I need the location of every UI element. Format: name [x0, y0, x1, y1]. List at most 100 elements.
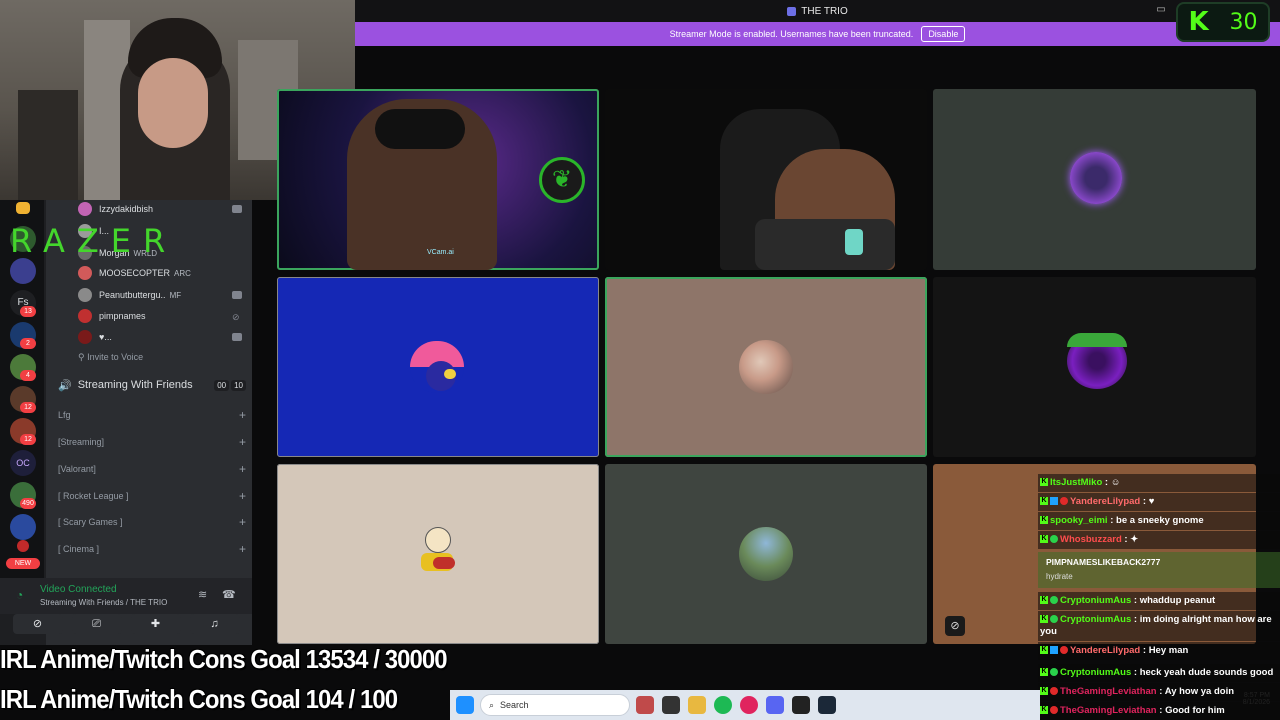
server-icon-oc[interactable]: OC [10, 450, 36, 476]
add-channel-icon[interactable]: + [239, 515, 246, 529]
chat-username: CryptoniumAus [1060, 667, 1132, 678]
video-tile-1[interactable]: ❦ VCam.ai [277, 89, 599, 270]
voice-user[interactable]: ♥... [78, 328, 112, 346]
kick-logo: K [1188, 7, 1209, 37]
video-tile-3[interactable] [933, 89, 1256, 270]
add-channel-icon[interactable]: + [239, 489, 246, 503]
monitor-icon[interactable]: ▭ [1155, 4, 1167, 16]
video-tile-8[interactable] [605, 464, 927, 644]
clock-time: 8:57 PM [1243, 692, 1270, 699]
kick-badge-icon: K [1040, 478, 1048, 487]
file-explorer-icon[interactable] [688, 696, 706, 714]
category-label: [ Rocket League ] [58, 491, 129, 501]
voice-user-name: Peanutbuttergu.. [99, 290, 166, 300]
category-label: [Valorant] [58, 464, 96, 474]
category-lfg[interactable]: Lfg + [58, 406, 246, 424]
kick-viewer-counter: K 30 [1176, 2, 1270, 42]
steam-icon[interactable] [818, 696, 836, 714]
windows-start-icon[interactable] [456, 696, 474, 714]
discord-icon[interactable] [766, 696, 784, 714]
alert-username: PIMPNAMESLIKEBACK2777 [1046, 557, 1161, 567]
app-icon-1[interactable] [636, 696, 654, 714]
add-channel-icon[interactable]: + [239, 542, 246, 556]
category-rocket-league[interactable]: [ Rocket League ] + [58, 487, 246, 505]
kick-badge-icon: K [1040, 596, 1048, 605]
category-cinema[interactable]: [ Cinema ] + [58, 540, 246, 558]
voice-status-bar: ◔ Video Connected Streaming With Friends… [0, 578, 252, 614]
emote-icon: ☺ [1110, 477, 1121, 488]
add-channel-icon[interactable]: + [239, 408, 246, 422]
category-valorant[interactable]: [Valorant] + [58, 460, 246, 478]
add-channel-icon[interactable]: + [239, 462, 246, 476]
chat-username: CryptoniumAus [1060, 595, 1132, 606]
avatar-head [425, 527, 451, 553]
invite-label: Invite to Voice [87, 352, 144, 362]
category-scary-games[interactable]: [ Scary Games ] + [58, 513, 246, 531]
avatar-jester-hat [1067, 333, 1127, 347]
speaker-icon: 🔊 [58, 379, 72, 392]
alert-text: hydrate [1046, 572, 1073, 581]
server-badge: 2 [20, 338, 36, 349]
voice-user[interactable]: pimpnames [78, 307, 146, 325]
avatar [78, 309, 92, 323]
server-icon-9[interactable] [17, 540, 29, 552]
video-tile-5[interactable] [605, 277, 927, 457]
obs-icon[interactable] [792, 696, 810, 714]
voice-channel-streaming-with-friends[interactable]: 🔊 Streaming With Friends 00 10 [58, 376, 246, 394]
taskbar-search[interactable]: ⌕ Search [480, 694, 630, 716]
soundboard-button[interactable]: ♫ [189, 614, 240, 634]
voice-user-name: ♥... [99, 332, 112, 342]
leaf-icon: ❦ [539, 157, 585, 203]
noise-suppression-icon[interactable]: ≋ [198, 588, 207, 601]
streamer-mode-text: Streamer Mode is enabled. Usernames have… [669, 29, 914, 39]
mic-muted-icon: ⊘ [945, 616, 965, 636]
video-tile-7[interactable] [277, 464, 599, 644]
disable-streamer-mode-button[interactable]: Disable [921, 26, 966, 42]
activities-button[interactable]: ✚ [130, 614, 181, 634]
task-view-icon[interactable] [662, 696, 680, 714]
goal-text-1: IRL Anime/Twitch Cons Goal 13534 / 30000 [0, 644, 448, 674]
voice-user[interactable]: Peanutbuttergu.. MF [78, 286, 181, 304]
video-icon [232, 205, 242, 213]
signal-icon[interactable]: ◔ [16, 588, 30, 602]
chat-username: ItsJustMiko [1050, 477, 1103, 488]
chat-text: heck yeah dude sounds good [1139, 667, 1274, 678]
avatar [78, 288, 92, 302]
video-icon [232, 333, 242, 341]
subscriber-badge-icon [1050, 497, 1058, 506]
video-tile-6[interactable] [933, 277, 1256, 457]
emote-icon: ✦ [1130, 534, 1139, 545]
discord-sidebar: Fs 13 2 4 12 12 OC 490 NEW Izzydakidbish [0, 200, 252, 645]
server-icon [787, 6, 797, 16]
chat-username: TheGamingLeviathan [1060, 686, 1157, 697]
chat-message: K CryptoniumAus : im doing alright man ho… [1038, 611, 1280, 641]
voice-user[interactable]: Izzydakidbish [78, 200, 153, 218]
category-streaming[interactable]: [Streaming] + [58, 433, 246, 451]
disconnect-icon[interactable]: ☎ [222, 588, 236, 601]
kick-badge-icon: K [1040, 535, 1048, 544]
window-title: THE TRIO [801, 5, 848, 17]
voice-user-tag: MF [169, 290, 182, 300]
camera-off-button[interactable]: ⊘ [12, 614, 63, 634]
verified-badge-icon [1050, 615, 1058, 624]
spotify-icon[interactable] [714, 696, 732, 714]
server-badge: 12 [20, 402, 36, 413]
category-label: [ Cinema ] [58, 544, 100, 554]
kick-badge-icon: K [1040, 706, 1048, 715]
new-badge: NEW [6, 558, 40, 569]
add-channel-icon[interactable]: + [239, 435, 246, 449]
chat-text: Hey man [1148, 645, 1189, 656]
system-clock[interactable]: 8:57 PM 8/1/2026 [1200, 692, 1270, 706]
search-placeholder: Search [500, 700, 529, 710]
server-icon-8[interactable] [10, 514, 36, 540]
video-tile-2[interactable] [605, 89, 927, 270]
category-label: [Streaming] [58, 437, 105, 447]
chat-message: Kspooky_eimi : be a sneeky gnome [1038, 512, 1280, 530]
video-tile-4[interactable] [277, 277, 599, 457]
folder-icon[interactable] [16, 202, 30, 214]
invite-to-voice-button[interactable]: ⚲ Invite to Voice [78, 352, 143, 363]
chat-username: YandereLilypad [1070, 496, 1141, 507]
opera-icon[interactable] [740, 696, 758, 714]
kick-badge-icon: K [1040, 516, 1048, 525]
screen-share-button[interactable]: ⎚ [71, 614, 122, 634]
